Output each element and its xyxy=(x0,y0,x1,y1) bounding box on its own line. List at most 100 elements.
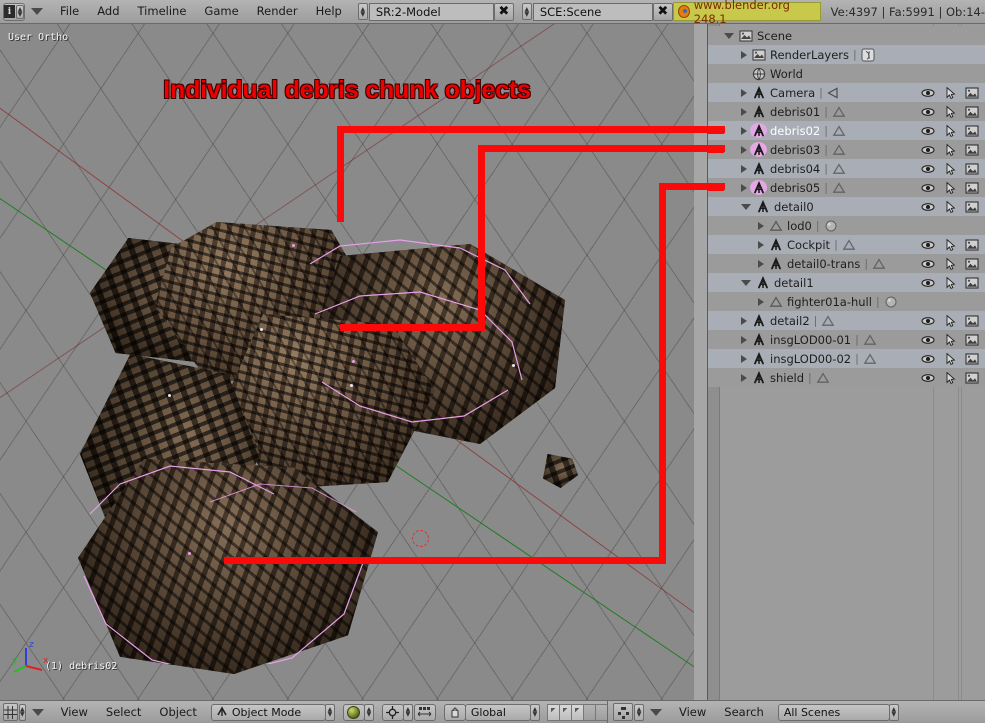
viewport-menu-object[interactable]: Object xyxy=(150,701,205,723)
visibility-eye-toggle[interactable] xyxy=(917,330,939,349)
layer-button-5[interactable] xyxy=(594,703,608,721)
visibility-eye-toggle[interactable] xyxy=(917,121,939,140)
visibility-eye-toggle[interactable] xyxy=(917,178,939,197)
chevron-right-icon[interactable] xyxy=(741,164,747,173)
chevron-down-icon[interactable] xyxy=(741,203,751,210)
visibility-eye-toggle[interactable] xyxy=(917,159,939,178)
view3d-editor-icon[interactable] xyxy=(3,703,18,721)
visibility-eye-toggle[interactable] xyxy=(917,254,939,273)
outliner-row-renderlayers[interactable]: RenderLayers | xyxy=(708,45,985,64)
pivot-point-dropdown[interactable] xyxy=(381,703,404,721)
visibility-eye-toggle[interactable] xyxy=(917,368,939,387)
interaction-mode-spinner[interactable]: ▲ ▼ xyxy=(324,703,335,721)
selectability-cursor-toggle[interactable] xyxy=(939,273,961,292)
visibility-eye-toggle[interactable] xyxy=(917,273,939,292)
selectability-cursor-toggle[interactable] xyxy=(939,178,961,197)
renderability-image-toggle[interactable] xyxy=(961,311,983,330)
visibility-eye-toggle[interactable] xyxy=(917,235,939,254)
renderability-image-toggle[interactable] xyxy=(961,197,983,216)
screen-delete-button[interactable]: ✖ xyxy=(493,2,514,21)
visibility-eye-toggle[interactable] xyxy=(917,197,939,216)
scene-name-field[interactable]: SCE:Scene xyxy=(532,2,653,21)
menu-game[interactable]: Game xyxy=(195,0,247,23)
renderability-image-toggle[interactable] xyxy=(961,83,983,102)
selectability-cursor-toggle[interactable] xyxy=(939,140,961,159)
renderability-image-toggle[interactable] xyxy=(961,368,983,387)
outliner-row-insglod00-01[interactable]: insgLOD00-01 | xyxy=(708,330,985,349)
outliner-row-debris05[interactable]: debris05 | xyxy=(708,178,985,197)
renderability-image-toggle[interactable] xyxy=(961,102,983,121)
selectability-cursor-toggle[interactable] xyxy=(939,235,961,254)
visibility-eye-toggle[interactable] xyxy=(917,140,939,159)
chevron-right-icon[interactable] xyxy=(758,221,764,230)
outliner-collapse-menu-icon[interactable] xyxy=(650,708,662,716)
viewport-collapse-menu-icon[interactable] xyxy=(31,708,44,716)
scene-browse-spinner[interactable]: ▲ ▼ xyxy=(521,3,532,20)
selectability-cursor-toggle[interactable] xyxy=(939,254,961,273)
debris-ship-model[interactable] xyxy=(60,184,680,674)
renderability-image-toggle[interactable] xyxy=(961,140,983,159)
renderability-image-toggle[interactable] xyxy=(961,235,983,254)
outliner-row-debris01[interactable]: debris01 | xyxy=(708,102,985,121)
viewport-shading-dropdown[interactable] xyxy=(342,703,365,721)
selectability-cursor-toggle[interactable] xyxy=(939,197,961,216)
visibility-eye-toggle[interactable] xyxy=(917,83,939,102)
outliner-row-world[interactable]: World xyxy=(708,64,985,83)
menu-add[interactable]: Add xyxy=(88,0,128,23)
viewport-editor-type-spinner[interactable]: ▲ ▼ xyxy=(19,703,26,721)
visibility-eye-toggle[interactable] xyxy=(917,102,939,121)
menu-file[interactable]: File xyxy=(51,0,88,23)
chevron-down-icon[interactable] xyxy=(741,279,751,286)
chevron-right-icon[interactable] xyxy=(758,259,764,268)
outliner-menu-search[interactable]: Search xyxy=(715,701,773,723)
chevron-down-icon[interactable] xyxy=(724,32,734,39)
renderability-image-toggle[interactable] xyxy=(961,330,983,349)
menu-help[interactable]: Help xyxy=(307,0,351,23)
outliner-row-debris02[interactable]: debris02 | xyxy=(708,121,985,140)
debris-chunk-bottom[interactable] xyxy=(78,459,378,674)
transform-orientation-spinner[interactable]: ▲ ▼ xyxy=(529,703,540,721)
screen-name-field[interactable]: SR:2-Model xyxy=(368,2,494,21)
chevron-right-icon[interactable] xyxy=(741,107,747,116)
interaction-mode-dropdown[interactable]: Object Mode xyxy=(210,703,326,721)
menu-render[interactable]: Render xyxy=(248,0,307,23)
chevron-right-icon[interactable] xyxy=(741,354,747,363)
chevron-right-icon[interactable] xyxy=(741,335,747,344)
outliner-row-shield[interactable]: shield | xyxy=(708,368,985,387)
selectability-cursor-toggle[interactable] xyxy=(939,121,961,140)
outliner-row-debris04[interactable]: debris04 | xyxy=(708,159,985,178)
outliner-row-scene[interactable]: Scene xyxy=(708,26,985,45)
selectability-cursor-toggle[interactable] xyxy=(939,102,961,121)
selectability-cursor-toggle[interactable] xyxy=(939,311,961,330)
outliner-row-cockpit[interactable]: Cockpit | xyxy=(708,235,985,254)
chevron-right-icon[interactable] xyxy=(741,373,747,382)
chevron-right-icon[interactable] xyxy=(741,88,747,97)
renderability-image-toggle[interactable] xyxy=(961,159,983,178)
outliner-row-detail1[interactable]: detail1 xyxy=(708,273,985,292)
outliner-row-debris03[interactable]: debris03 | xyxy=(708,140,985,159)
outliner-row-insglod00-02[interactable]: insgLOD00-02 | xyxy=(708,349,985,368)
pivot-point-spinner[interactable]: ▲ ▼ xyxy=(402,703,413,721)
debris-chunk-fragment[interactable] xyxy=(543,454,578,488)
chevron-right-icon[interactable] xyxy=(741,126,747,135)
collapse-menu-icon[interactable] xyxy=(31,8,43,15)
visibility-eye-toggle[interactable] xyxy=(917,311,939,330)
outliner-editor-icon[interactable] xyxy=(613,703,633,721)
scene-delete-button[interactable]: ✖ xyxy=(652,2,673,21)
info-editor-icon[interactable]: i ▲ ▼ xyxy=(3,2,25,21)
manipulator-toggle[interactable] xyxy=(413,703,436,721)
selectability-cursor-toggle[interactable] xyxy=(939,159,961,178)
outliner-row-lod0[interactable]: lod0 | xyxy=(708,216,985,235)
selectability-cursor-toggle[interactable] xyxy=(939,330,961,349)
visibility-eye-toggle[interactable] xyxy=(917,349,939,368)
selectability-cursor-toggle[interactable] xyxy=(939,368,961,387)
outliner-row-fighter01a-hull[interactable]: fighter01a-hull | xyxy=(708,292,985,311)
renderability-image-toggle[interactable] xyxy=(961,121,983,140)
renderability-image-toggle[interactable] xyxy=(961,178,983,197)
renderability-image-toggle[interactable] xyxy=(961,349,983,368)
outliner-row-detail2[interactable]: detail2 | xyxy=(708,311,985,330)
viewport-shading-spinner[interactable]: ▲ ▼ xyxy=(363,703,374,721)
chevron-right-icon[interactable] xyxy=(741,316,747,325)
transform-orientation-dropdown[interactable]: Global xyxy=(464,703,531,721)
selectability-cursor-toggle[interactable] xyxy=(939,83,961,102)
